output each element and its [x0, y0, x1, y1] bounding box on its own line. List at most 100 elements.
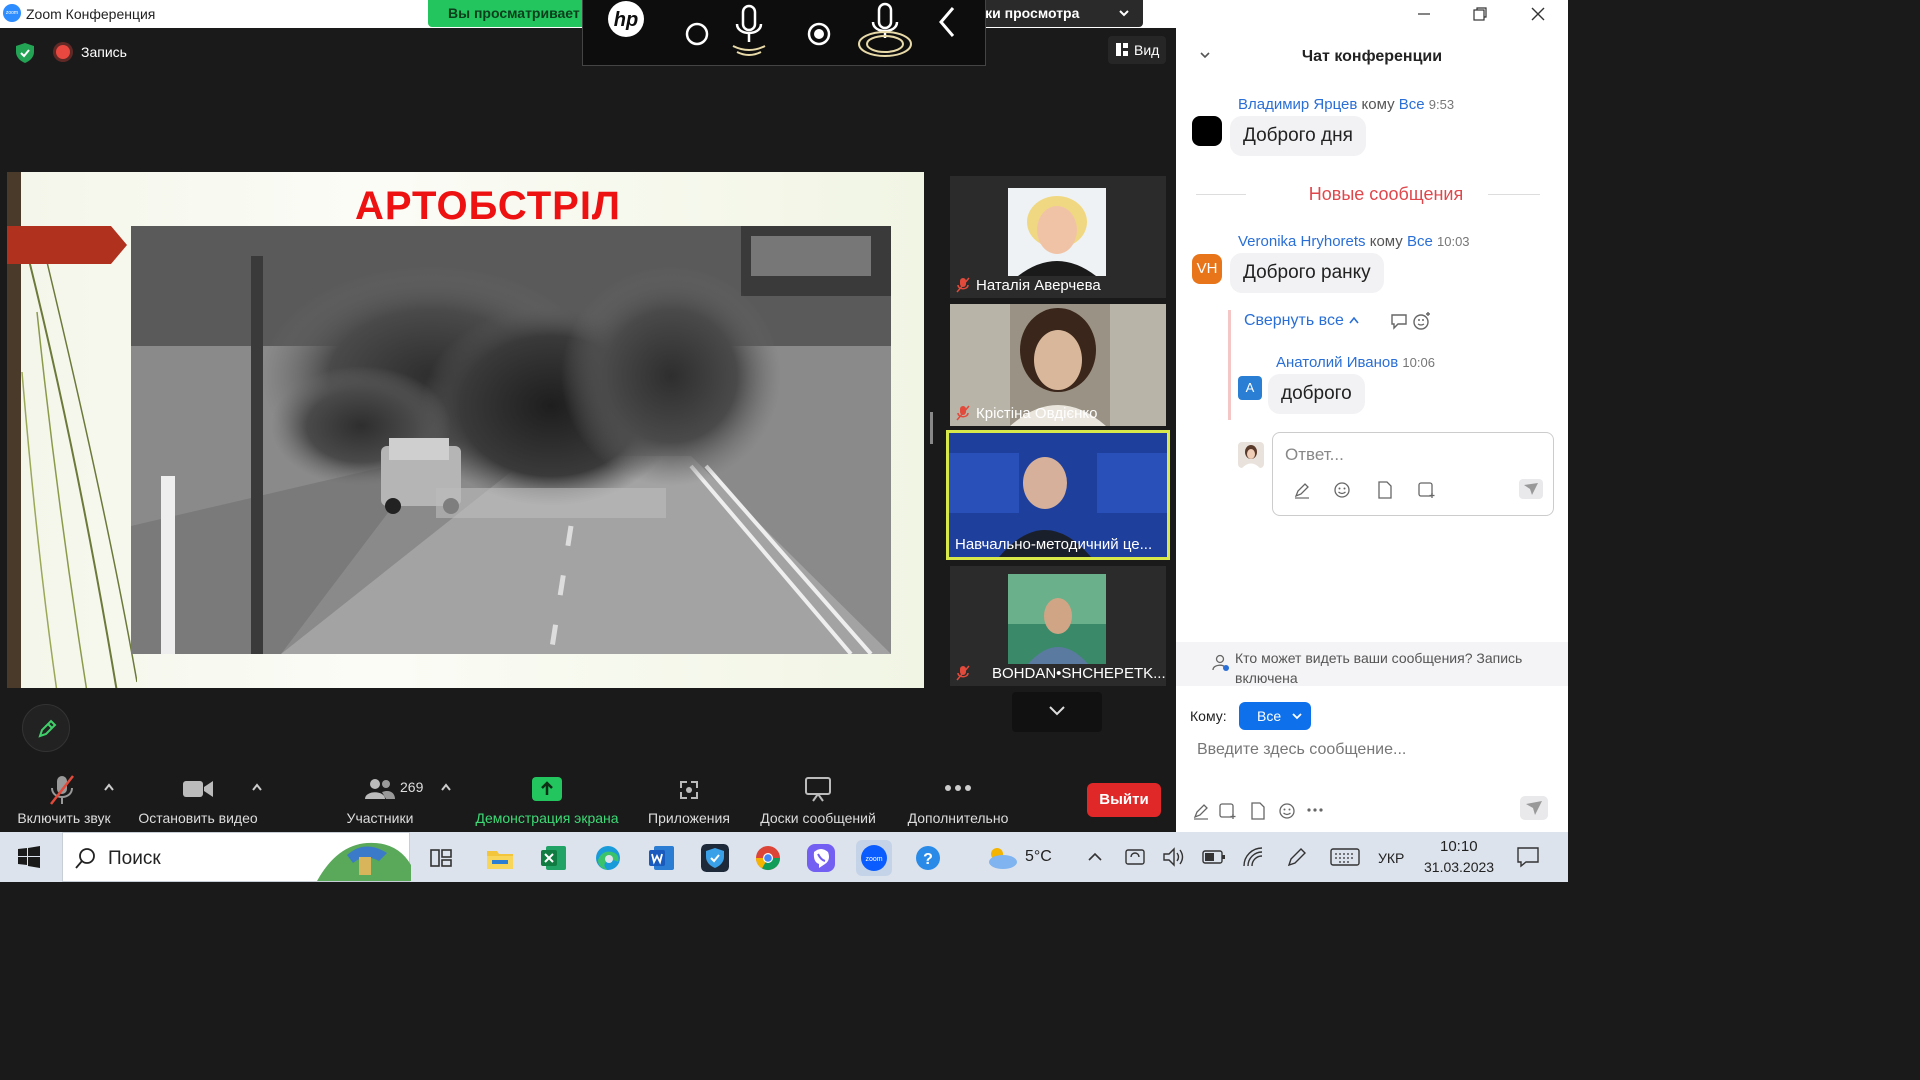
taskbar-search-box[interactable]: Поиск	[62, 832, 411, 882]
file-explorer-icon[interactable]	[486, 844, 514, 872]
network-icon[interactable]	[1242, 846, 1264, 868]
avatar[interactable]	[1192, 116, 1222, 146]
restore-icon[interactable]	[1472, 6, 1488, 22]
slide-title: АРТОБСТРІЛ	[355, 184, 621, 228]
participant-tile[interactable]: BOHDAN•SHCHEPETK...	[950, 566, 1166, 686]
mic-icon[interactable]	[727, 2, 771, 58]
panel-splitter-handle[interactable]	[930, 412, 933, 444]
video-options-caret-icon[interactable]	[251, 782, 263, 792]
encryption-shield-icon[interactable]	[14, 42, 36, 64]
apps-button[interactable]: Приложения	[640, 770, 738, 832]
send-icon[interactable]	[1519, 479, 1543, 499]
view-options-dropdown[interactable]: ойки просмотра	[968, 0, 1143, 27]
message-sender-name[interactable]: Анатолий Иванов	[1276, 354, 1398, 371]
recipient-dropdown[interactable]: Все	[1239, 702, 1311, 730]
task-view-icon[interactable]	[427, 844, 455, 872]
divider-line	[1488, 194, 1540, 195]
emoji-icon[interactable]	[1333, 481, 1351, 499]
search-highlight-illustration-icon	[317, 842, 411, 881]
view-button[interactable]: Вид	[1108, 36, 1166, 64]
participant-tile[interactable]: Наталія Аверчева	[950, 176, 1166, 298]
collapse-all-button[interactable]: Свернуть все	[1244, 312, 1360, 330]
shared-screen-slide: АРТОБСТРІЛ	[7, 172, 924, 688]
weather-cloud-icon[interactable]	[985, 846, 1019, 870]
windows-start-icon[interactable]	[18, 846, 40, 868]
apps-icon	[680, 781, 698, 799]
message-time: 10:03	[1437, 234, 1470, 249]
privacy-info-text[interactable]: Кто может видеть ваши сообщения? Запись …	[1235, 648, 1555, 688]
stop-video-button[interactable]: Остановить видео	[130, 770, 266, 832]
clock-time[interactable]: 10:10	[1440, 838, 1478, 855]
message-sender-name[interactable]: Владимир Ярцев	[1238, 96, 1357, 113]
whiteboards-label: Доски сообщений	[760, 810, 876, 826]
file-icon[interactable]	[1250, 802, 1266, 820]
thread-reply-box[interactable]: Ответ...	[1272, 432, 1554, 516]
chrome-icon[interactable]	[754, 844, 782, 872]
screenshot-icon[interactable]	[1218, 802, 1238, 820]
message-recipient: Все	[1398, 96, 1425, 113]
message-input[interactable]: Введите здесь сообщение...	[1197, 741, 1406, 759]
collapse-toolbar-icon[interactable]	[935, 4, 959, 40]
security-app-icon[interactable]	[701, 844, 729, 872]
word-icon[interactable]	[648, 844, 676, 872]
message-bubble[interactable]: Доброго дня	[1230, 116, 1366, 156]
participants-options-caret-icon[interactable]	[440, 782, 452, 792]
search-icon	[75, 848, 95, 869]
participant-tile[interactable]: Крістіна Овдієнко	[950, 304, 1166, 426]
battery-icon[interactable]	[1202, 848, 1226, 866]
search-label: Поиск	[108, 848, 161, 869]
onedrive-sync-icon[interactable]	[1124, 846, 1146, 868]
message-bubble[interactable]: Доброго ранку	[1230, 253, 1384, 293]
more-button[interactable]: Дополнительно	[898, 770, 1018, 832]
weather-temperature[interactable]: 5°C	[1025, 848, 1052, 866]
whiteboard-icon	[805, 777, 831, 802]
screenshot-icon[interactable]	[1417, 481, 1437, 499]
close-icon[interactable]	[1530, 6, 1546, 22]
recording-label[interactable]: Запись	[81, 44, 127, 60]
zoom-taskbar-active[interactable]: zoom	[856, 840, 892, 876]
excel-icon[interactable]	[540, 844, 568, 872]
scroll-participants-down-button[interactable]	[1012, 692, 1102, 732]
avatar[interactable]: A	[1238, 376, 1262, 400]
mic-muted-icon	[956, 405, 970, 421]
more-dots-icon[interactable]	[1306, 806, 1324, 814]
format-text-icon[interactable]	[1293, 481, 1311, 499]
unmute-button[interactable]: Включить звук	[6, 770, 122, 832]
minimize-icon[interactable]	[1416, 8, 1432, 20]
leave-meeting-button[interactable]: Выйти	[1087, 783, 1161, 817]
emoji-icon[interactable]	[1278, 802, 1296, 820]
edge-browser-icon[interactable]	[594, 844, 622, 872]
format-text-icon[interactable]	[1192, 802, 1210, 820]
pen-menu-icon[interactable]	[1286, 846, 1308, 868]
annotate-button[interactable]	[22, 704, 70, 752]
privacy-info-bar: Кто может видеть ваши сообщения? Запись …	[1176, 642, 1568, 686]
touch-keyboard-icon[interactable]	[1330, 847, 1360, 867]
file-icon[interactable]	[1377, 481, 1393, 499]
add-reaction-icon[interactable]	[1412, 311, 1432, 331]
window-title: Zoom Конференция	[26, 6, 156, 22]
slide-decoration-grass	[21, 252, 137, 688]
send-icon[interactable]	[1520, 796, 1548, 820]
message-sender-name[interactable]: Veronika Hryhorets	[1238, 233, 1366, 250]
viber-icon[interactable]	[807, 844, 835, 872]
notifications-icon[interactable]	[1516, 846, 1540, 868]
chevron-up-icon[interactable]	[1086, 850, 1104, 864]
shelling-photo-image	[131, 226, 891, 654]
record-icon[interactable]	[805, 20, 833, 48]
camera-off-icon[interactable]	[683, 20, 711, 48]
participants-button[interactable]: 269 Участники	[330, 770, 430, 832]
reply-icon[interactable]	[1390, 312, 1410, 330]
clock-date[interactable]: 31.03.2023	[1424, 859, 1494, 875]
whiteboards-button[interactable]: Доски сообщений	[750, 770, 886, 832]
volume-icon[interactable]	[1162, 846, 1186, 868]
noise-reduction-mic-icon[interactable]	[855, 0, 915, 60]
message-bubble[interactable]: доброго	[1268, 374, 1365, 414]
avatar[interactable]: VH	[1192, 254, 1222, 284]
reply-input[interactable]: Ответ...	[1285, 445, 1344, 465]
share-screen-button[interactable]: Демонстрация экрана	[466, 770, 628, 832]
participant-tile-active-speaker[interactable]: Навчально-методичний це...	[946, 430, 1170, 560]
user-privacy-icon	[1212, 654, 1229, 671]
audio-options-caret-icon[interactable]	[103, 782, 115, 792]
help-icon[interactable]: ?	[914, 844, 942, 872]
input-language[interactable]: УКР	[1378, 850, 1404, 866]
